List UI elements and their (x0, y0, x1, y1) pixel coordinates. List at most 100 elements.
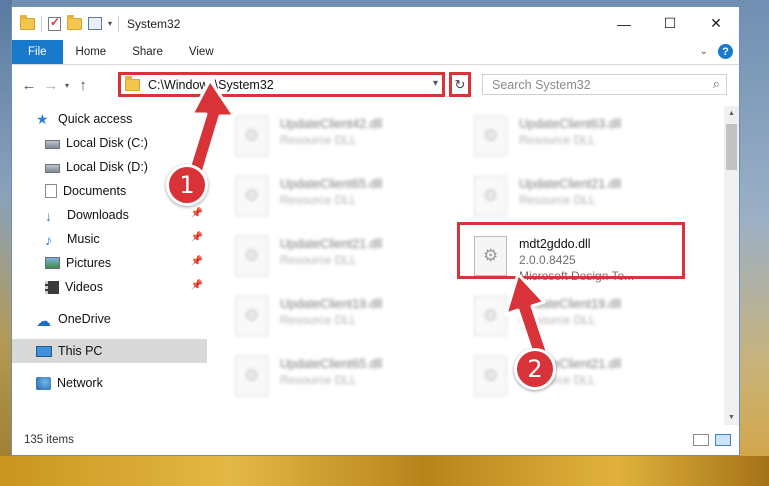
file-name: UpdateClient65.dll (280, 177, 383, 191)
help-icon[interactable]: ? (718, 44, 733, 59)
nav-item-label: This PC (58, 344, 103, 358)
nav-item-downloads[interactable]: ↓ Downloads 📌 (12, 203, 207, 227)
scrollbar-thumb[interactable] (726, 124, 737, 170)
file-item[interactable]: UpdateClient21.dll Resource DLL (474, 170, 704, 228)
dll-file-icon (474, 116, 507, 156)
quick-access-toolbar: ▾ (12, 14, 120, 32)
videos-icon (45, 280, 59, 294)
search-icon: ⌕ (712, 76, 720, 91)
cloud-icon: ☁ (36, 313, 51, 330)
file-item[interactable]: UpdateClient65.dll Resource DLL (235, 350, 465, 408)
tab-share[interactable]: Share (119, 40, 176, 64)
up-arrow-icon[interactable]: ↑ (72, 77, 94, 94)
recent-locations-chevron-icon[interactable]: ▾ (62, 81, 72, 90)
nav-item-label: Pictures (66, 256, 112, 270)
file-item[interactable]: UpdateClient21.dll Resource DLL (235, 230, 465, 288)
tab-file[interactable]: File (12, 40, 63, 64)
address-row: ← → ▾ ↑ C:\Windows\System32 ▾ ↻ Search S… (12, 65, 739, 105)
file-description: Resource DLL (280, 313, 357, 327)
pictures-icon (45, 257, 60, 269)
maximize-button[interactable]: ☐ (647, 7, 693, 40)
file-description: Resource DLL (280, 373, 357, 387)
folder-icon (20, 14, 35, 30)
properties-check-icon[interactable] (48, 15, 61, 31)
ribbon-tabs: File Home Share View ⌄ ? (12, 40, 739, 65)
file-description: Resource DLL (280, 133, 357, 147)
nav-item-music[interactable]: ♪ Music 📌 (12, 227, 207, 251)
window-title: System32 (127, 16, 181, 31)
vertical-scrollbar[interactable]: ▲ ▼ (724, 106, 739, 425)
dll-file-icon (235, 356, 268, 396)
disk-icon (45, 140, 60, 149)
music-icon: ♪ (45, 232, 52, 248)
folder-icon (125, 75, 140, 91)
search-input[interactable]: Search System32 ⌕ (482, 74, 727, 95)
file-description: Resource DLL (280, 253, 357, 267)
forward-arrow-icon[interactable]: → (40, 77, 62, 94)
address-bar[interactable]: C:\Windows\System32 ▾ (118, 72, 445, 97)
nav-item-label: Local Disk (D:) (66, 160, 148, 174)
file-name: UpdateClient19.dll (280, 297, 383, 311)
back-arrow-icon[interactable]: ← (18, 77, 40, 94)
file-name: UpdateClient42.dll (280, 117, 383, 131)
pin-icon[interactable]: 📌 (191, 280, 203, 291)
nav-item-label: Quick access (58, 112, 133, 126)
file-item[interactable]: UpdateClient63.dll Resource DLL (474, 110, 704, 168)
nav-item-videos[interactable]: Videos 📌 (12, 275, 207, 299)
dll-file-icon (235, 236, 268, 276)
nav-item-pictures[interactable]: Pictures 📌 (12, 251, 207, 275)
minimize-button[interactable]: — (601, 7, 647, 40)
nav-item-label: Music (67, 232, 100, 246)
callout-badge-2: 2 (514, 348, 556, 390)
nav-item-label: Local Disk (C:) (66, 136, 148, 150)
file-name: UpdateClient65.dll (280, 357, 383, 371)
tab-view[interactable]: View (176, 40, 227, 64)
nav-item-label: OneDrive (58, 312, 111, 326)
desktop-background-bottom (0, 456, 769, 486)
separator (118, 15, 120, 32)
nav-item-label: Network (57, 376, 103, 390)
address-dropdown-chevron-icon[interactable]: ▾ (433, 78, 438, 89)
star-icon: ★ (36, 111, 49, 127)
pc-icon (36, 346, 52, 357)
search-placeholder: Search System32 (492, 77, 591, 92)
disk-icon (45, 164, 60, 173)
details-view-icon[interactable] (693, 434, 709, 446)
file-description: Resource DLL (280, 193, 357, 207)
file-name: UpdateClient21.dll (280, 237, 383, 251)
download-icon: ↓ (45, 208, 52, 224)
customize-toolbar-icon[interactable] (88, 17, 102, 30)
close-button[interactable]: ✕ (693, 7, 739, 40)
pin-icon[interactable]: 📌 (191, 232, 203, 243)
pin-icon[interactable]: 📌 (191, 256, 203, 267)
pin-icon[interactable]: 📌 (191, 208, 203, 219)
tab-home[interactable]: Home (63, 40, 120, 64)
separator (41, 15, 42, 32)
nav-item-onedrive[interactable]: ☁ OneDrive (12, 307, 207, 331)
network-icon (36, 376, 51, 390)
nav-item-network[interactable]: Network (12, 371, 207, 395)
refresh-icon: ↻ (454, 76, 466, 92)
ribbon-right: ⌄ ? (700, 44, 733, 59)
nav-item-label: Downloads (67, 208, 129, 222)
large-icons-view-icon[interactable] (715, 434, 731, 446)
expand-ribbon-icon[interactable]: ⌄ (700, 46, 708, 57)
file-description: Resource DLL (519, 193, 596, 207)
file-item[interactable]: UpdateClient19.dll Resource DLL (235, 290, 465, 348)
nav-item-label: Videos (65, 280, 103, 294)
chevron-down-icon[interactable]: ▾ (108, 19, 112, 28)
dll-file-icon (474, 176, 507, 216)
file-item[interactable]: UpdateClient65.dll Resource DLL (235, 170, 465, 228)
new-folder-icon[interactable] (67, 14, 82, 30)
scroll-down-arrow-icon[interactable]: ▼ (724, 410, 739, 425)
item-count: 135 items (24, 434, 74, 446)
file-item[interactable]: UpdateClient42.dll Resource DLL (235, 110, 465, 168)
highlight-box (457, 222, 685, 279)
window-controls: — ☐ ✕ (601, 7, 739, 40)
nav-item-this-pc[interactable]: This PC (12, 339, 207, 363)
file-description: Resource DLL (519, 133, 596, 147)
scroll-up-arrow-icon[interactable]: ▲ (724, 106, 739, 121)
documents-icon (45, 184, 57, 198)
refresh-button[interactable]: ↻ (449, 72, 471, 97)
dll-file-icon (235, 296, 268, 336)
